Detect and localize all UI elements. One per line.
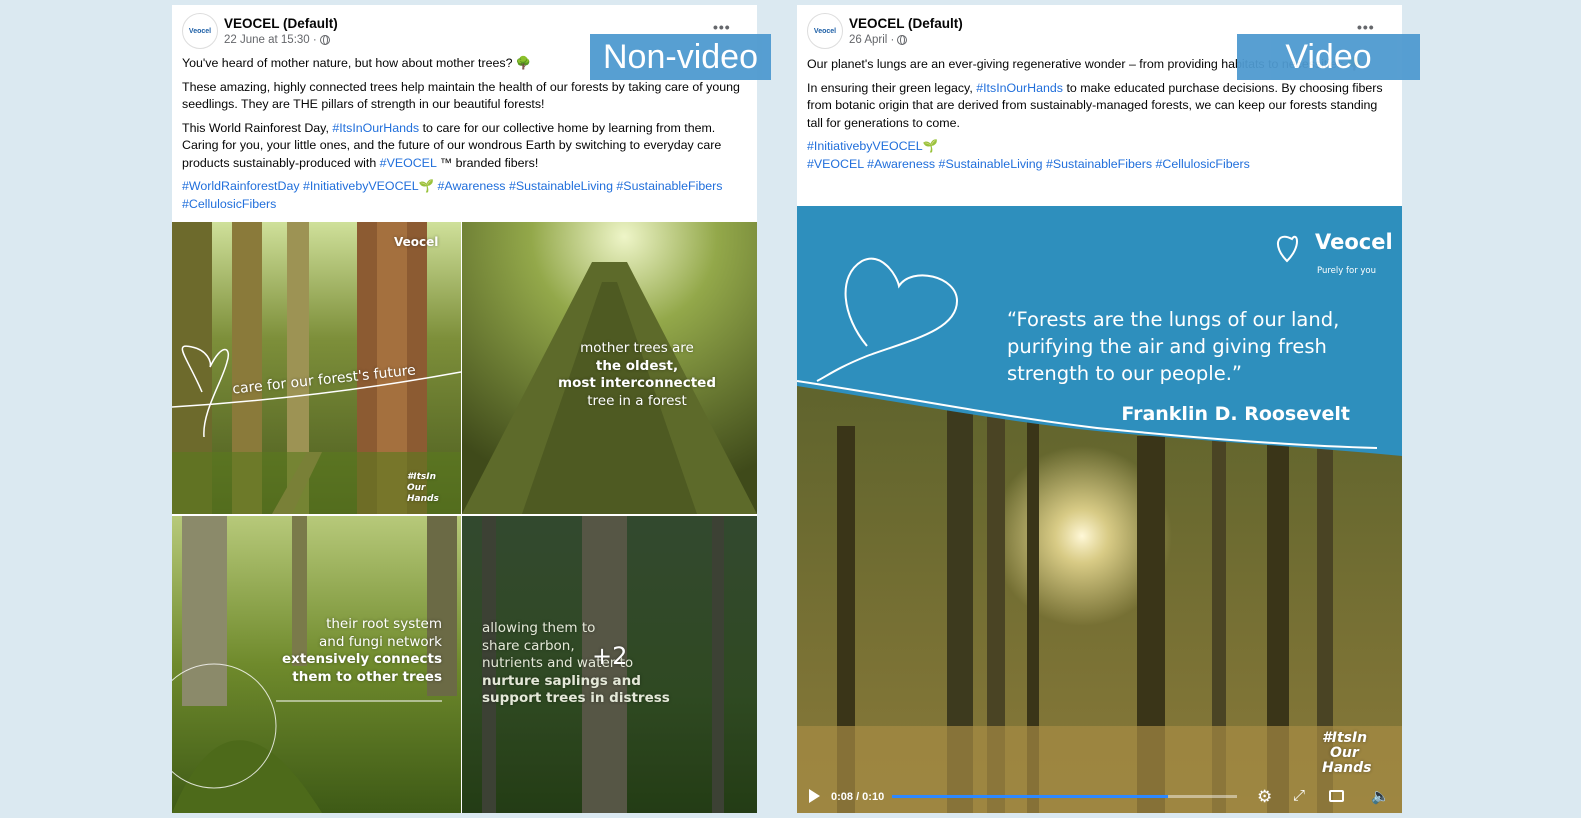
hashtag-link[interactable]: #VEOCEL <box>380 156 437 170</box>
post-timestamp[interactable]: 22 June at 15:30 · <box>224 34 317 46</box>
video-quote: “Forests are the lungs of our land, puri… <box>1007 308 1340 385</box>
post-card-non-video: Veocel VEOCEL (Default) 22 June at 15:30… <box>172 5 757 813</box>
more-options-icon[interactable]: ••• <box>1357 19 1375 35</box>
label-non-video: Non-video <box>590 34 771 80</box>
tile-caption: their root system and fungi network exte… <box>282 616 442 685</box>
photo-tile-1[interactable]: care for our forest's future Veocel #Its… <box>172 222 461 514</box>
page-name[interactable]: VEOCEL (Default) <box>224 16 338 31</box>
hashtag-list[interactable]: #InitiativebyVEOCEL🌱 <box>807 138 1392 156</box>
post-paragraph: In ensuring their green legacy, #ItsInOu… <box>807 80 1383 130</box>
volume-icon[interactable]: 🔈 <box>1371 787 1390 805</box>
veocel-logo: Veocel <box>1315 230 1393 254</box>
fullscreen-icon[interactable]: ⤢ <box>1293 787 1305 804</box>
quote-author: Franklin D. Roosevelt <box>1121 403 1350 425</box>
photo-tile-4[interactable]: allowing them to share carbon, nutrients… <box>462 516 757 813</box>
label-video: Video <box>1237 34 1420 80</box>
globe-icon <box>897 35 908 45</box>
its-in-our-hands-badge: #ItsIn Our Hands <box>407 472 439 504</box>
video-frame <box>797 206 1402 813</box>
video-controls: 0:08 / 0:10 ⚙ ⤢ 🔈 <box>797 781 1402 813</box>
veocel-logo: Veocel <box>394 235 439 249</box>
hashtag-link[interactable]: #ItsInOurHands <box>332 121 419 135</box>
post-timestamp[interactable]: 26 April · <box>849 34 894 46</box>
photo-tile-2[interactable]: mother trees are the oldest, most interc… <box>462 222 757 514</box>
page-avatar[interactable]: Veocel <box>807 13 843 49</box>
video-progress-bar[interactable] <box>892 795 1237 798</box>
photo-tile-3[interactable]: their root system and fungi network exte… <box>172 516 461 813</box>
hashtag-link[interactable]: #ItsInOurHands <box>976 81 1063 95</box>
picture-in-picture-icon[interactable] <box>1329 790 1344 802</box>
page-avatar[interactable]: Veocel <box>182 13 218 49</box>
more-options-icon[interactable]: ••• <box>713 19 731 35</box>
post-paragraph: This World Rainforest Day, #ItsInOurHand… <box>182 120 722 170</box>
hashtag-list[interactable]: #WorldRainforestDay #InitiativebyVEOCEL🌱… <box>182 178 747 213</box>
video-time: 0:08 / 0:10 <box>831 791 885 803</box>
hashtag-list[interactable]: #VEOCEL #Awareness #SustainableLiving #S… <box>807 156 1392 174</box>
more-photos-count[interactable]: +2 <box>592 644 627 667</box>
veocel-tagline: Purely for you <box>1317 266 1377 276</box>
video-player[interactable]: Veocel Purely for you “Forests are the l… <box>797 206 1402 813</box>
post-paragraph: These amazing, highly connected trees he… <box>182 79 740 112</box>
globe-icon <box>319 35 330 45</box>
page-name[interactable]: VEOCEL (Default) <box>849 16 963 31</box>
play-icon[interactable] <box>809 789 820 803</box>
settings-icon[interactable]: ⚙ <box>1257 787 1272 807</box>
tile-caption: allowing them to share carbon, nutrients… <box>482 620 670 706</box>
post-card-video: Veocel VEOCEL (Default) 26 April · ••• O… <box>797 5 1402 813</box>
forest-image <box>172 222 461 514</box>
tile-caption: mother trees are the oldest, most interc… <box>558 340 716 409</box>
avatar-logo-text: Veocel <box>813 27 837 35</box>
post-header: Veocel VEOCEL (Default) 26 April · <box>807 13 963 49</box>
video-progress-fill <box>892 795 1168 798</box>
post-header: Veocel VEOCEL (Default) 22 June at 15:30… <box>182 13 338 49</box>
its-in-our-hands-badge: #ItsIn Our Hands <box>1322 730 1372 776</box>
avatar-logo-text: Veocel <box>188 27 212 35</box>
